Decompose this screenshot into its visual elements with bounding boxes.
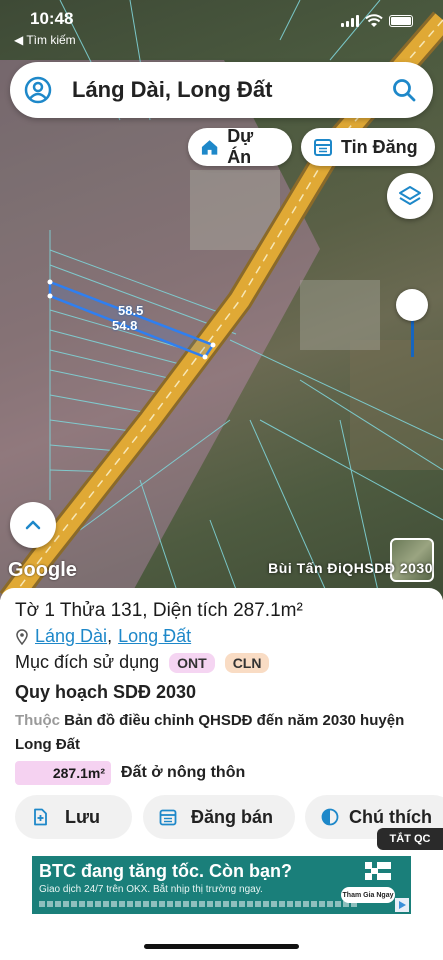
post-sale-button[interactable]: Đăng bán [143, 795, 295, 839]
contrast-icon [321, 808, 339, 826]
wifi-icon [365, 14, 383, 27]
map-view[interactable]: 58.5 54.8 10:48 ◀ Tìm kiếm Láng Dài, Lon… [0, 0, 443, 600]
clock: 10:48 [30, 9, 74, 28]
project-chip[interactable]: Dự Án [188, 126, 292, 167]
okx-logo-icon [365, 862, 391, 880]
land-use-purpose: Mục đích sử dụng ONT CLN [15, 652, 270, 673]
calendar-icon [159, 809, 177, 826]
ad-banner[interactable]: BTC đang tăng tốc. Còn bạn? Giao dịch 24… [32, 856, 411, 914]
parcel-info-panel: Tờ 1 Thửa 131, Diện tích 287.1m² Láng Dà… [0, 588, 443, 850]
home-icon [201, 140, 218, 155]
save-button[interactable]: Lưu [15, 795, 132, 839]
chevron-up-icon [25, 520, 41, 530]
close-ads-button[interactable]: TẮT QC [377, 828, 443, 850]
land-type-label: Đất ở nông thôn [121, 764, 246, 781]
status-bar: 10:48 ◀ Tìm kiếm [0, 0, 443, 52]
parcel-title: Tờ 1 Thửa 131, Diện tích 287.1m² [15, 600, 303, 621]
plan-title: Quy hoạch SDĐ 2030 [15, 682, 197, 702]
opacity-slider-knob[interactable] [396, 289, 428, 321]
listing-chip-label: Tin Đăng [341, 136, 418, 157]
ad-fine-print [39, 901, 359, 907]
search-icon[interactable] [391, 77, 417, 103]
purpose-tag-cln[interactable]: CLN [224, 652, 270, 673]
parcel-location: Láng Dài, Long Đất [15, 626, 191, 647]
legend-label: Chú thích [349, 806, 432, 827]
user-icon[interactable] [24, 76, 52, 104]
area-value-badge: 287.1m² [15, 761, 111, 785]
layers-icon [399, 186, 421, 205]
plan-description: Thuộc Bản đồ điều chỉnh QHSDĐ đến năm 20… [15, 709, 415, 757]
status-icons [341, 14, 413, 28]
layers-button[interactable] [387, 173, 433, 219]
location-pin-icon [16, 628, 28, 645]
listing-chip[interactable]: Tin Đăng [301, 128, 435, 166]
ad-subtext: Giao dịch 24/7 trên OKX. Bắt nhịp thị tr… [39, 884, 263, 895]
calendar-icon [314, 139, 332, 156]
plan-desc-text: Bản đồ điều chỉnh QHSDĐ đến năm 2030 huy… [15, 712, 405, 753]
search-query[interactable]: Láng Dài, Long Đất [72, 77, 391, 103]
expand-panel-button[interactable] [10, 502, 56, 548]
dimension-label-top: 58.5 [118, 303, 144, 318]
add-file-icon [34, 808, 47, 826]
back-to-search[interactable]: ◀ Tìm kiếm [14, 33, 76, 47]
save-label: Lưu [65, 806, 101, 827]
purpose-label: Mục đích sử dụng [15, 652, 160, 672]
search-bar[interactable]: Láng Dài, Long Đất [10, 62, 433, 118]
dimension-label-side: 54.8 [112, 318, 138, 333]
plan-prefix: Thuộc [15, 712, 60, 729]
district-link[interactable]: Long Đất [118, 626, 191, 647]
ad-cta-button[interactable]: Tham Gia Ngay [341, 887, 395, 903]
ad-headline: BTC đang tăng tốc. Còn bạn? [39, 861, 292, 881]
project-chip-label: Dự Án [227, 126, 254, 167]
battery-icon [389, 15, 413, 27]
signal-icon [341, 15, 359, 27]
commune-link[interactable]: Láng Dài [35, 626, 107, 647]
home-indicator [144, 944, 299, 949]
google-logo: Google [8, 559, 77, 581]
area-row: 287.1m² Đất ở nông thôn [15, 761, 245, 785]
watermark: Bùi Tấn ĐiQHSDĐ 2030 [268, 560, 433, 576]
post-sale-label: Đăng bán [191, 806, 274, 827]
location-separator: , [107, 626, 113, 646]
purpose-tag-ont[interactable]: ONT [169, 652, 215, 673]
ad-choices-icon[interactable] [395, 898, 409, 912]
